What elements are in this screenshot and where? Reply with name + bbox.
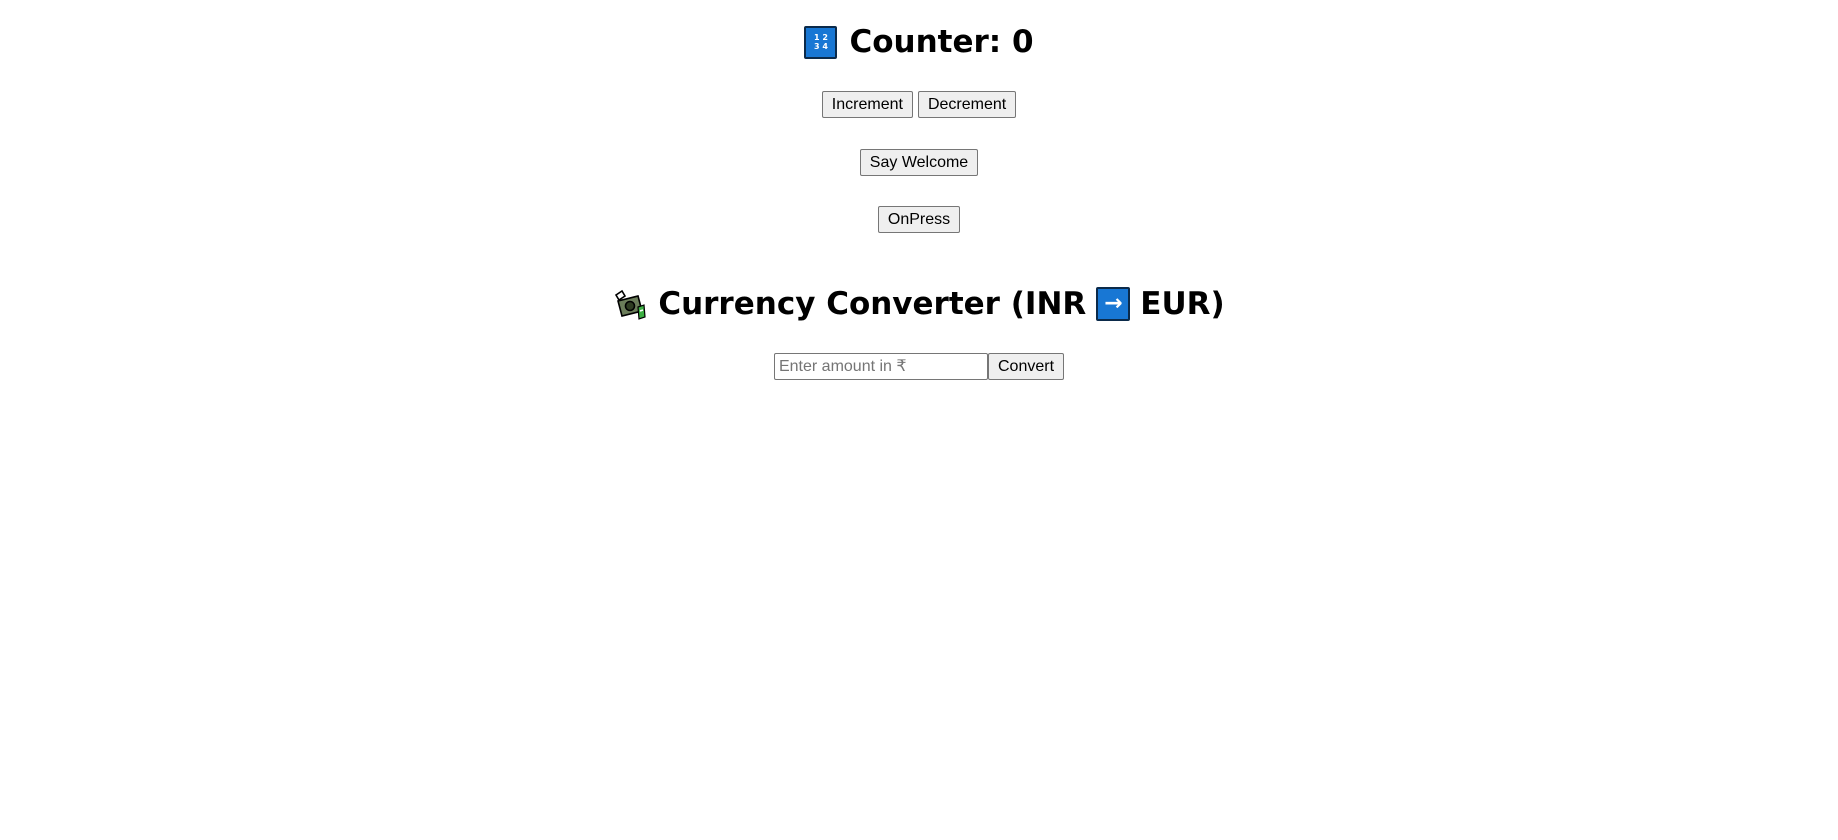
counter-title: Counter: 0 (849, 23, 1034, 60)
money-with-wings-icon (615, 289, 646, 320)
counter-buttons: Increment Decrement (0, 91, 1838, 118)
onpress-button[interactable]: OnPress (877, 206, 961, 233)
converter-title-prefix: Currency Converter (INR (658, 285, 1087, 322)
amount-input[interactable] (773, 353, 988, 380)
right-arrow-icon: → (1096, 287, 1131, 321)
welcome-row: Say Welcome (0, 149, 1838, 176)
convert-button[interactable]: Convert (987, 353, 1065, 380)
icon-digits-top: 1 2 (813, 33, 828, 42)
converter-section: Currency Converter (INR → EUR) (0, 287, 1838, 325)
input-numbers-icon: 1 2 3 4 (804, 25, 838, 59)
converter-heading: Currency Converter (INR → EUR) (613, 285, 1225, 322)
counter-section: 1 2 3 4 Counter: 0 (0, 25, 1838, 59)
converter-form: Convert (0, 353, 1838, 380)
counter-heading: 1 2 3 4 Counter: 0 (804, 23, 1034, 60)
converter-title-suffix: EUR) (1140, 285, 1225, 322)
onpress-row: OnPress (0, 206, 1838, 233)
icon-digits-bottom: 3 4 (813, 42, 828, 51)
decrement-button[interactable]: Decrement (917, 91, 1017, 118)
increment-button[interactable]: Increment (821, 91, 913, 118)
say-welcome-button[interactable]: Say Welcome (859, 149, 979, 176)
page: 1 2 3 4 Counter: 0 Increment Decrement Sa… (0, 0, 1838, 840)
